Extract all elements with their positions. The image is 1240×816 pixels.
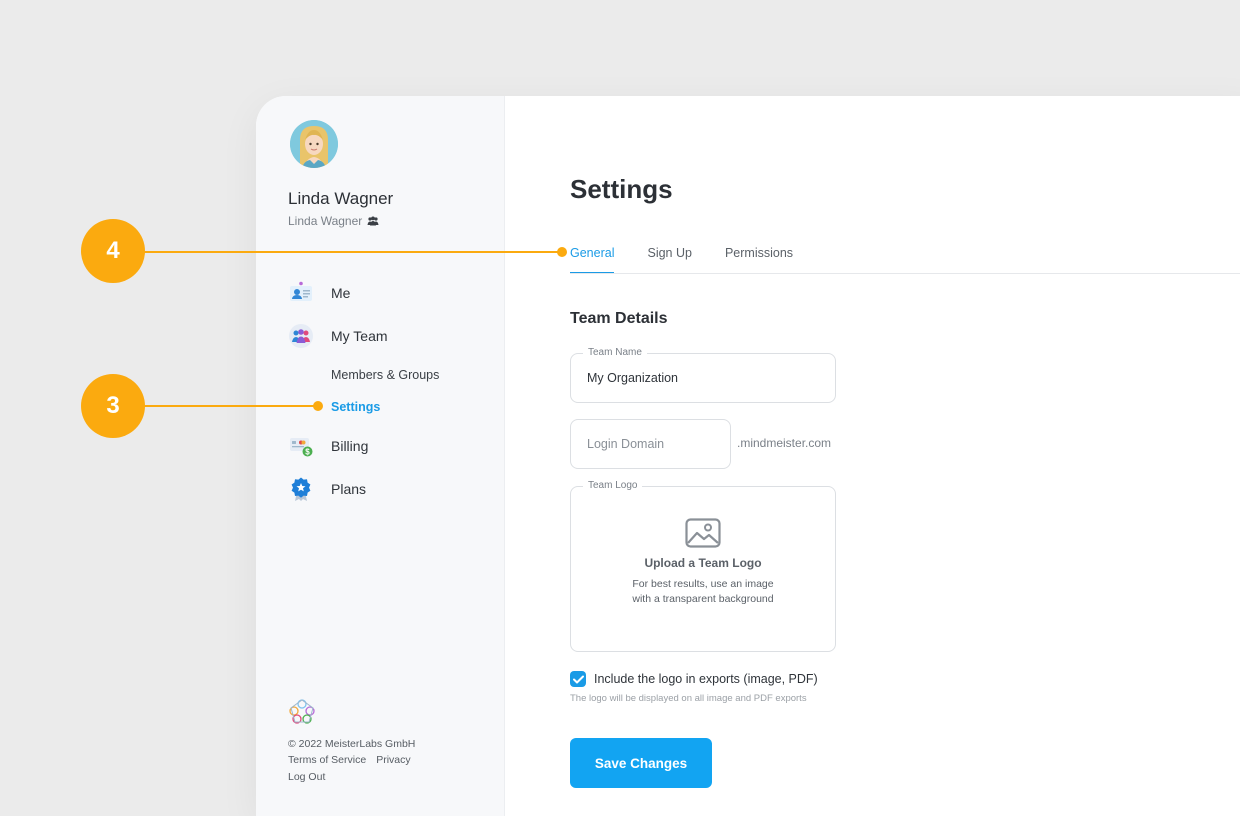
user-name: Linda Wagner (288, 189, 394, 208)
footer-links: Terms of Service Privacy (288, 754, 411, 766)
callout-4-line (140, 251, 563, 253)
sidebar-item-my-team[interactable]: My Team (288, 323, 388, 349)
tab-sign-up[interactable]: Sign Up (647, 246, 691, 274)
domain-suffix: .mindmeister.com (737, 436, 832, 450)
team-name-label: Team Name (583, 347, 647, 358)
sidebar-item-label: Billing (331, 438, 369, 454)
billing-icon: $ (288, 433, 314, 459)
profile-card-icon (288, 280, 314, 306)
image-upload-icon (685, 518, 721, 548)
login-domain-placeholder: Login Domain (587, 437, 665, 451)
upload-hint-line-1: For best results, use an image (632, 578, 774, 590)
meisterlabs-logo (286, 696, 318, 728)
team-icon (367, 216, 379, 226)
sidebar-item-label: My Team (331, 328, 388, 344)
team-group-icon (288, 323, 314, 349)
copyright-text: © 2022 MeisterLabs GmbH (288, 738, 416, 750)
app-window: Linda Wagner Linda Wagner Me My Team Mem… (256, 96, 1240, 816)
include-logo-label[interactable]: Include the logo in exports (image, PDF) (594, 672, 818, 686)
team-logo-label: Team Logo (583, 480, 643, 491)
avatar-image (290, 120, 338, 168)
include-logo-checkbox[interactable] (570, 671, 586, 687)
user-subtitle: Linda Wagner (288, 214, 379, 228)
avatar[interactable] (290, 120, 338, 168)
sidebar-subitem-settings[interactable]: Settings (331, 400, 380, 414)
sidebar-subitem-members-groups[interactable]: Members & Groups (331, 368, 439, 382)
upload-logo-hint: For best results, use an image with a tr… (571, 577, 835, 607)
upload-logo-title: Upload a Team Logo (644, 556, 762, 570)
page-title: Settings (570, 174, 673, 204)
tabs-divider (570, 273, 1240, 274)
callout-4-dot (557, 247, 567, 257)
check-icon (572, 675, 584, 683)
team-name-field[interactable]: Team Name My Organization (570, 347, 836, 403)
team-name-value: My Organization (587, 371, 679, 385)
save-changes-button[interactable]: Save Changes (570, 738, 712, 788)
section-title-team-details: Team Details (570, 310, 668, 327)
settings-tabs: General Sign Up Permissions (570, 246, 793, 274)
tab-general[interactable]: General (570, 246, 615, 274)
sidebar-item-label: Plans (331, 481, 367, 497)
upload-hint-line-2: with a transparent background (632, 593, 774, 605)
privacy-link[interactable]: Privacy (376, 754, 410, 766)
logout-link[interactable]: Log Out (288, 771, 325, 783)
login-domain-input[interactable]: Login Domain (570, 419, 731, 469)
main-content: Settings General Sign Up Permissions Tea… (504, 96, 1240, 816)
include-logo-hint: The logo will be displayed on all image … (570, 693, 807, 704)
sidebar-item-label: Me (331, 285, 351, 301)
plans-badge-icon (288, 476, 314, 502)
callout-3-dot (313, 401, 323, 411)
user-subtitle-text: Linda Wagner (288, 214, 363, 228)
callout-4-badge: 4 (81, 219, 145, 283)
sidebar-item-plans[interactable]: Plans (288, 476, 366, 502)
sidebar-item-billing[interactable]: $ Billing (288, 433, 368, 459)
callout-3-line (140, 405, 318, 407)
sidebar-item-me[interactable]: Me (288, 280, 350, 306)
team-logo-upload[interactable]: Team Logo Upload a Team Logo For best re… (570, 480, 836, 652)
callout-3-badge: 3 (81, 374, 145, 438)
svg-text:$: $ (305, 448, 310, 457)
meisterlabs-logo-icon (289, 699, 315, 724)
terms-of-service-link[interactable]: Terms of Service (288, 754, 366, 766)
sidebar: Linda Wagner Linda Wagner Me My Team Mem… (256, 96, 505, 816)
tab-permissions[interactable]: Permissions (725, 246, 793, 274)
